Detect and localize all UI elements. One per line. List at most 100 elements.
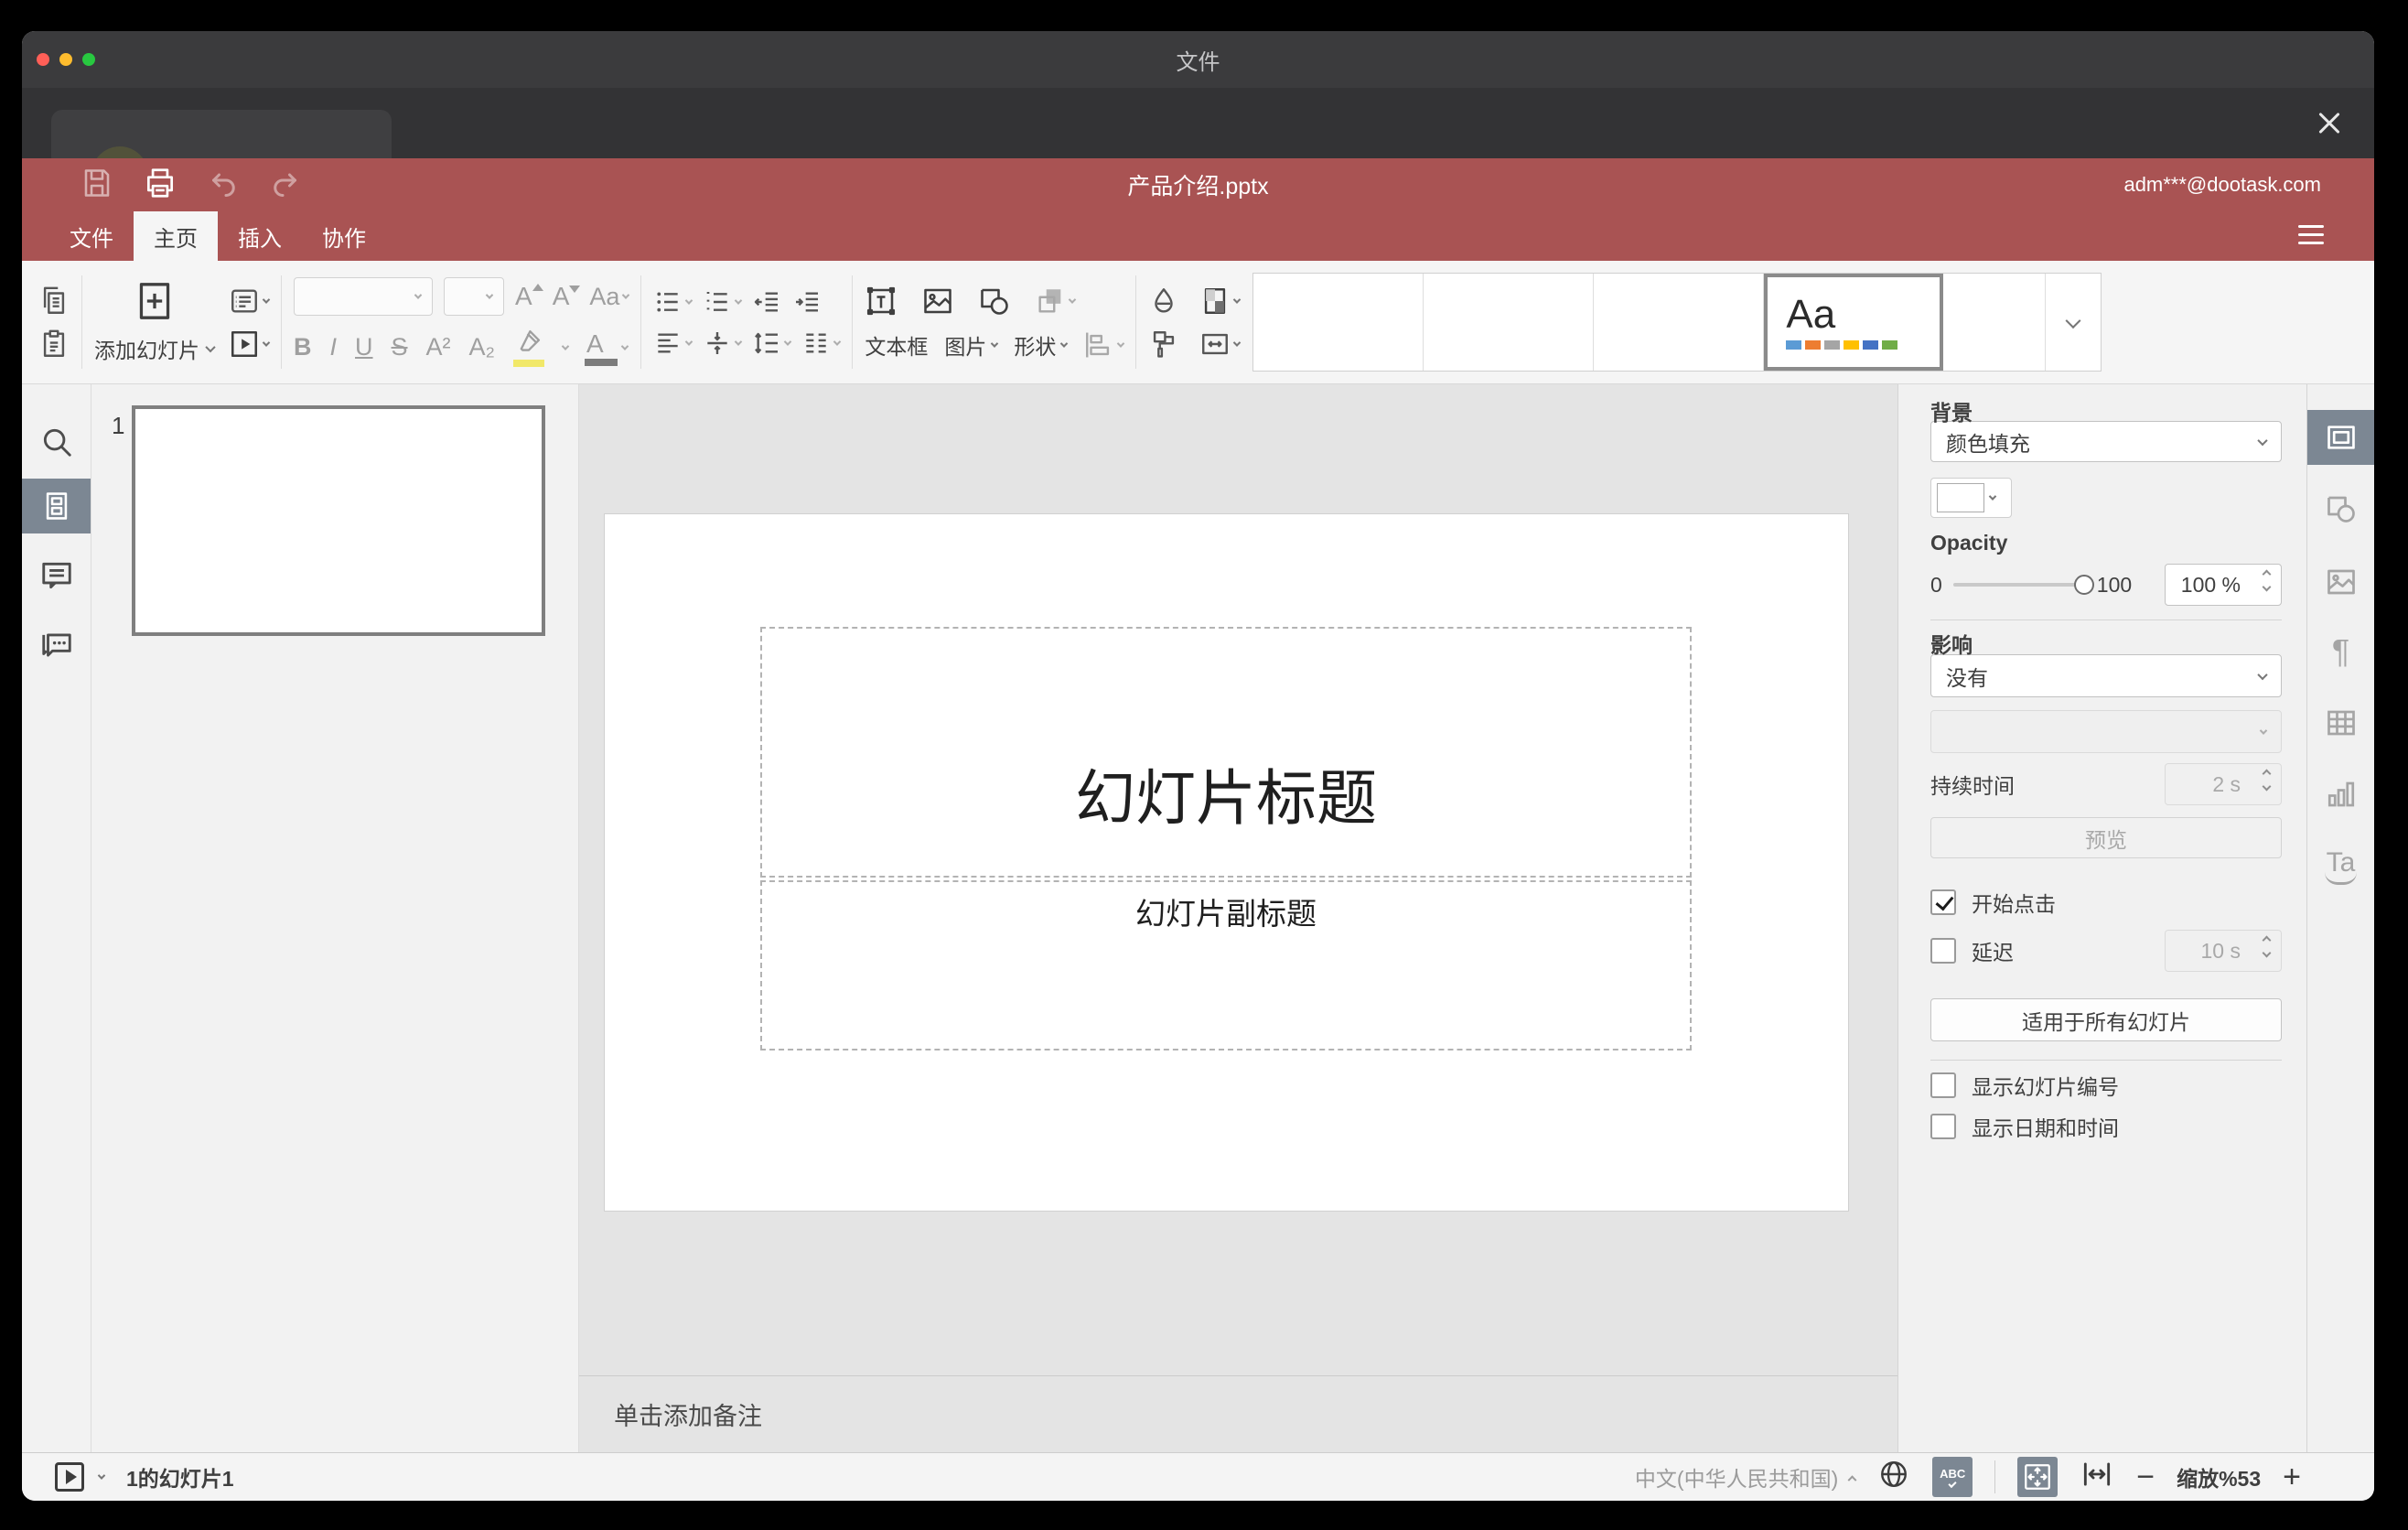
font-name-combobox[interactable] [294, 277, 433, 316]
text-art-settings-tab[interactable]: Ta [2307, 849, 2374, 885]
checkbox-icon[interactable] [1930, 938, 1956, 964]
checkbox-icon[interactable] [1930, 1072, 1956, 1098]
slide-number: 1 [112, 412, 125, 439]
fill-color-picker[interactable] [1930, 478, 2012, 518]
shape-settings-tab[interactable] [2307, 492, 2374, 525]
delay-checkbox[interactable]: 延迟 [1930, 938, 2014, 964]
add-slide-button[interactable]: 添加幻灯片 [94, 333, 216, 364]
tab-file[interactable]: 文件 [49, 211, 134, 261]
slides-panel-tab[interactable] [22, 479, 91, 533]
spellcheck-toggle[interactable]: ABC [1932, 1457, 1973, 1497]
shape-button[interactable]: 形状 [1014, 329, 1069, 361]
chart-settings-tab[interactable] [2307, 778, 2374, 811]
language-selector[interactable]: 中文(中华人民共和国) [1635, 1461, 1857, 1492]
insert-shape-icon[interactable] [978, 285, 1011, 318]
traffic-minimize-button[interactable] [59, 53, 72, 66]
subscript-button[interactable]: A₂ [469, 333, 496, 361]
spin-up-icon[interactable] [2262, 569, 2272, 579]
increase-font-icon[interactable]: A [515, 282, 543, 311]
font-size-combobox[interactable] [444, 277, 504, 316]
spin-down-icon[interactable] [2262, 582, 2272, 592]
start-on-click-checkbox[interactable]: 开始点击 [1930, 889, 2282, 916]
theme-cell[interactable] [1424, 274, 1595, 371]
arrange-shape-icon[interactable] [1035, 286, 1077, 317]
strikeout-button[interactable]: S [392, 333, 408, 361]
superscript-button[interactable]: A² [426, 333, 451, 361]
table-settings-tab[interactable] [2307, 706, 2374, 739]
duration-spinbox[interactable]: 2 s [2165, 763, 2282, 805]
tab-home[interactable]: 主页 [134, 211, 218, 261]
horizontal-align-icon[interactable] [653, 329, 693, 358]
zoom-out-button[interactable]: − [2136, 1461, 2155, 1492]
numbered-list-icon[interactable] [703, 287, 743, 317]
vertical-align-icon[interactable] [703, 329, 743, 358]
fit-width-icon[interactable] [2080, 1457, 2114, 1497]
show-date-time-checkbox[interactable]: 显示日期和时间 [1930, 1114, 2282, 1140]
theme-cell[interactable] [1943, 274, 2047, 371]
paste-icon[interactable] [38, 329, 70, 360]
effect-type-dropdown[interactable] [1930, 710, 2282, 753]
set-language-globe-icon[interactable] [1877, 1458, 1910, 1496]
add-slide-icon[interactable] [94, 281, 214, 321]
bold-button[interactable]: B [294, 333, 312, 361]
tab-collaboration[interactable]: 协作 [302, 211, 386, 261]
delay-spinbox[interactable]: 10 s [2165, 930, 2282, 972]
line-spacing-icon[interactable] [752, 329, 792, 358]
preview-button[interactable]: 预览 [1930, 817, 2282, 858]
theme-gallery-expand-icon[interactable] [2046, 274, 2101, 371]
decrease-font-icon[interactable]: A [553, 282, 581, 311]
underline-button[interactable]: U [355, 333, 373, 361]
slide-layout-icon[interactable] [229, 286, 271, 317]
columns-icon[interactable] [801, 329, 842, 358]
start-preview-icon[interactable] [55, 1462, 84, 1492]
textbox-button[interactable]: 文本框 [865, 329, 928, 361]
paragraph-settings-tab[interactable]: ¶ [2307, 635, 2374, 668]
show-slide-number-checkbox[interactable]: 显示幻灯片编号 [1930, 1072, 2282, 1099]
comments-icon[interactable] [22, 558, 91, 593]
menu-hamburger-icon[interactable] [2298, 225, 2324, 247]
effect-dropdown[interactable]: 没有 [1930, 654, 2282, 697]
italic-button[interactable]: I [330, 333, 338, 361]
notes-input[interactable]: 单击添加备注 [579, 1375, 1897, 1452]
opacity-spinbox[interactable]: 100 % [2165, 564, 2282, 606]
bullet-list-icon[interactable] [653, 287, 693, 317]
checkbox-checked-icon[interactable] [1930, 889, 1956, 915]
slide-page[interactable]: 幻灯片标题 幻灯片副标题 [605, 514, 1848, 1211]
apply-to-all-button[interactable]: 适用于所有幻灯片 [1930, 998, 2282, 1041]
theme-cell-selected[interactable]: Aa [1764, 274, 1944, 371]
subtitle-placeholder[interactable]: 幻灯片副标题 [760, 880, 1692, 1051]
image-button[interactable]: 图片 [944, 329, 999, 361]
slide-size-icon[interactable] [1199, 329, 1242, 360]
traffic-zoom-button[interactable] [82, 53, 95, 66]
title-placeholder[interactable]: 幻灯片标题 [760, 627, 1692, 878]
select-tool-icon[interactable] [1148, 329, 1179, 360]
align-objects-icon[interactable] [1083, 329, 1125, 361]
copy-icon[interactable] [38, 286, 70, 317]
chat-icon[interactable] [22, 628, 91, 663]
clear-style-icon[interactable] [1148, 286, 1179, 317]
checkbox-icon[interactable] [1930, 1114, 1956, 1139]
theme-cell[interactable] [1253, 274, 1424, 371]
opacity-slider-knob[interactable] [2073, 575, 2094, 595]
font-color-icon[interactable]: A [585, 329, 618, 366]
fit-slide-toggle[interactable] [2017, 1457, 2059, 1497]
zoom-in-button[interactable]: + [2283, 1461, 2301, 1492]
highlight-color-icon[interactable] [513, 328, 545, 367]
opacity-slider[interactable] [1952, 575, 2094, 595]
slide-settings-tab[interactable] [2307, 410, 2374, 465]
theme-cell[interactable] [1594, 274, 1765, 371]
tab-insert[interactable]: 插入 [218, 211, 302, 261]
image-settings-tab[interactable] [2307, 566, 2374, 598]
search-icon[interactable] [22, 425, 91, 459]
insert-textbox-icon[interactable] [865, 285, 898, 318]
increase-indent-icon[interactable] [792, 287, 822, 317]
fill-type-dropdown[interactable]: 颜色填充 [1930, 421, 2282, 462]
traffic-close-button[interactable] [37, 53, 49, 66]
color-scheme-icon[interactable] [1199, 286, 1242, 317]
slide-thumbnail[interactable] [132, 405, 545, 636]
insert-image-icon[interactable] [921, 285, 954, 318]
change-case-icon[interactable]: Aa [589, 283, 630, 311]
close-icon[interactable] [2314, 108, 2345, 139]
decrease-indent-icon[interactable] [752, 287, 781, 317]
start-slideshow-icon[interactable] [229, 329, 271, 360]
